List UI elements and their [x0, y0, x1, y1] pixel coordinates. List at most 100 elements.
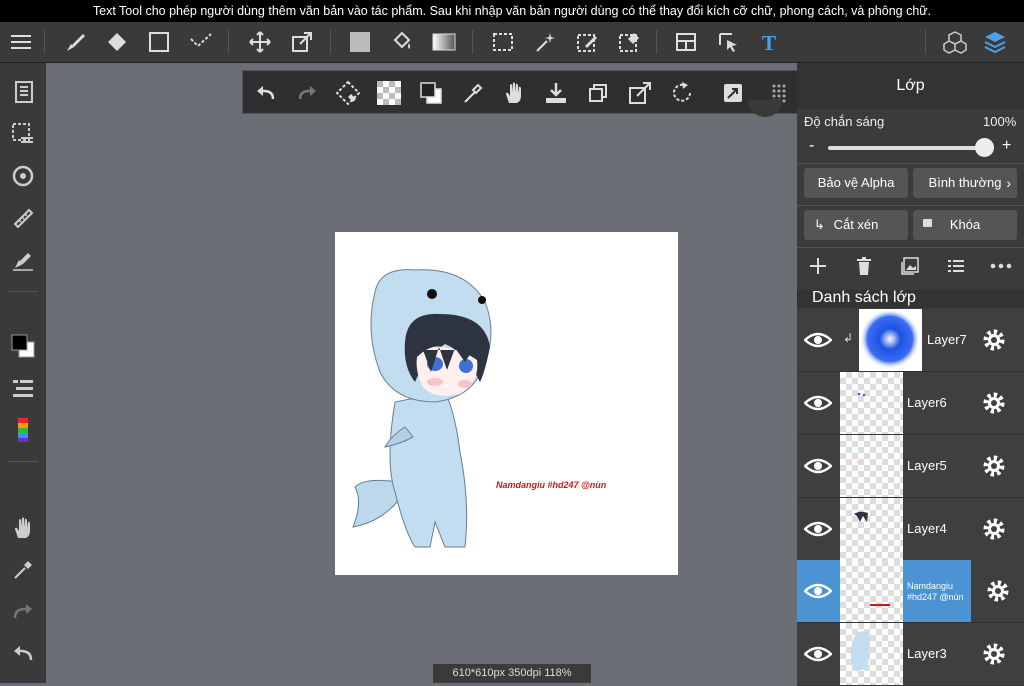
layer-row[interactable]: Layer4 [797, 498, 1024, 561]
layers-icon[interactable] [978, 22, 1012, 62]
artwork [352, 269, 492, 548]
visibility-eye-icon[interactable] [797, 498, 839, 560]
layer-row[interactable]: Layer6 [797, 372, 1024, 435]
layer-row[interactable]: Layer5 [797, 435, 1024, 498]
blend-mode-label: Bình thường [928, 175, 1002, 190]
layer-settings-icon[interactable] [977, 386, 1011, 420]
clip-arrow-icon: ↳ [814, 217, 825, 232]
clipping-label: Cắt xén [833, 217, 879, 232]
rotate-canvas-icon[interactable] [6, 159, 40, 193]
color-palette-icon[interactable] [6, 413, 40, 447]
lock-label: Khóa [949, 217, 981, 232]
layer-settings-icon[interactable] [977, 323, 1011, 357]
copy-icon[interactable] [581, 76, 615, 110]
layer-settings-icon[interactable] [977, 449, 1011, 483]
import-icon[interactable] [539, 76, 573, 110]
panel-title: Lớp [797, 63, 1024, 109]
invert-selection-icon[interactable] [414, 76, 448, 110]
layer-thumbnail [840, 372, 903, 434]
layer-panel: Lớp Độ chắn sáng 100% - + Bảo vệ Alpha B… [797, 63, 1024, 686]
visibility-eye-icon[interactable] [797, 623, 839, 685]
menu-icon[interactable] [4, 22, 38, 62]
layer-list-icon[interactable] [946, 256, 966, 276]
add-layer-icon[interactable] [808, 256, 828, 276]
layer-settings-icon[interactable] [977, 512, 1011, 546]
line-tool-icon[interactable] [184, 22, 218, 62]
pen-icon[interactable] [455, 76, 489, 110]
layer-list-icon[interactable] [6, 371, 40, 405]
layer-settings-icon[interactable] [977, 637, 1011, 671]
fill-color-icon[interactable] [343, 22, 377, 62]
clipping-button[interactable]: ↳ Cắt xén [804, 210, 908, 240]
materials-icon[interactable] [938, 22, 972, 62]
select-rect-icon[interactable] [486, 22, 520, 62]
chevron-right-icon: › [1006, 175, 1011, 191]
undo-icon[interactable] [6, 637, 40, 671]
layer-name: Layer5 [907, 458, 947, 473]
redo-icon[interactable] [6, 595, 40, 629]
layer-settings-icon[interactable] [971, 560, 1024, 622]
undo-icon[interactable] [249, 76, 283, 110]
layer-row[interactable]: Layer3 [797, 623, 1024, 686]
magic-wand-icon[interactable] [528, 22, 562, 62]
lock-icon [923, 219, 932, 227]
transparent-icon[interactable] [372, 76, 406, 110]
visibility-eye-icon[interactable] [797, 372, 839, 434]
snap-pen-icon[interactable] [6, 243, 40, 277]
eyedropper-icon[interactable] [6, 553, 40, 587]
select-pen-icon[interactable] [570, 22, 604, 62]
layer-name: Layer4 [907, 521, 947, 536]
clear-selection-icon[interactable] [331, 76, 365, 110]
opacity-label: Độ chắn sáng [804, 114, 885, 129]
layer-row-selected[interactable]: Namdangiu #hd247 @nùn [797, 560, 1024, 623]
transform-icon[interactable] [285, 22, 319, 62]
opacity-slider[interactable] [828, 146, 986, 150]
ruler-icon[interactable] [6, 201, 40, 235]
pages-icon[interactable] [6, 75, 40, 109]
protect-alpha-button[interactable]: Bảo vệ Alpha [804, 168, 908, 198]
text-tool-icon[interactable]: T [752, 22, 786, 62]
eraser-icon[interactable] [100, 22, 134, 62]
visibility-eye-icon[interactable] [797, 309, 839, 371]
svg-text:T: T [762, 31, 776, 53]
hidden-button [748, 100, 782, 117]
hand-icon[interactable] [497, 76, 531, 110]
bucket-icon[interactable] [385, 22, 419, 62]
edit-icon[interactable] [716, 76, 750, 110]
gradient-icon[interactable] [427, 22, 461, 62]
layer-thumbnail [859, 309, 922, 371]
layer-image-icon[interactable] [900, 256, 920, 276]
drawing-canvas[interactable]: Namdangiu #hd247 @nùn [335, 232, 678, 575]
opacity-decrease-button[interactable]: - [809, 137, 814, 155]
hand-icon[interactable] [6, 511, 40, 545]
layer-name: Layer7 [927, 332, 967, 347]
layer-list-title: Danh sách lớp [812, 289, 916, 306]
layer-thumbnail [840, 498, 903, 560]
frame-divider-icon[interactable] [669, 22, 703, 62]
visibility-eye-icon[interactable] [797, 560, 839, 622]
layer-row[interactable]: ↲ Layer7 [797, 309, 1024, 372]
tool-hint-bar: Text Tool cho phép người dùng thêm văn b… [0, 0, 1024, 22]
opacity-slider-thumb[interactable] [975, 138, 994, 157]
select-eraser-icon[interactable] [612, 22, 646, 62]
left-sidebar [0, 63, 46, 683]
select-layer-icon[interactable] [711, 22, 745, 62]
shape-icon[interactable] [142, 22, 176, 62]
opacity-value: 100% [983, 114, 1017, 129]
layer-thumbnail [840, 435, 903, 497]
redo-icon[interactable] [290, 76, 324, 110]
layer-name: Layer3 [907, 646, 947, 661]
quick-access-bar [242, 70, 798, 114]
selection-layer-icon[interactable] [6, 117, 40, 151]
more-options-icon[interactable] [990, 256, 1012, 276]
brush-icon[interactable] [58, 22, 92, 62]
visibility-eye-icon[interactable] [797, 435, 839, 497]
transform-icon[interactable] [623, 76, 657, 110]
opacity-increase-button[interactable]: + [1002, 137, 1011, 155]
delete-layer-icon[interactable] [854, 256, 874, 276]
lock-button[interactable]: Khóa [913, 210, 1017, 240]
move-icon[interactable] [243, 22, 277, 62]
blend-mode-select[interactable]: Bình thường › [913, 168, 1017, 198]
rotate-icon[interactable] [665, 76, 699, 110]
color-swatch-icon[interactable] [6, 329, 40, 363]
